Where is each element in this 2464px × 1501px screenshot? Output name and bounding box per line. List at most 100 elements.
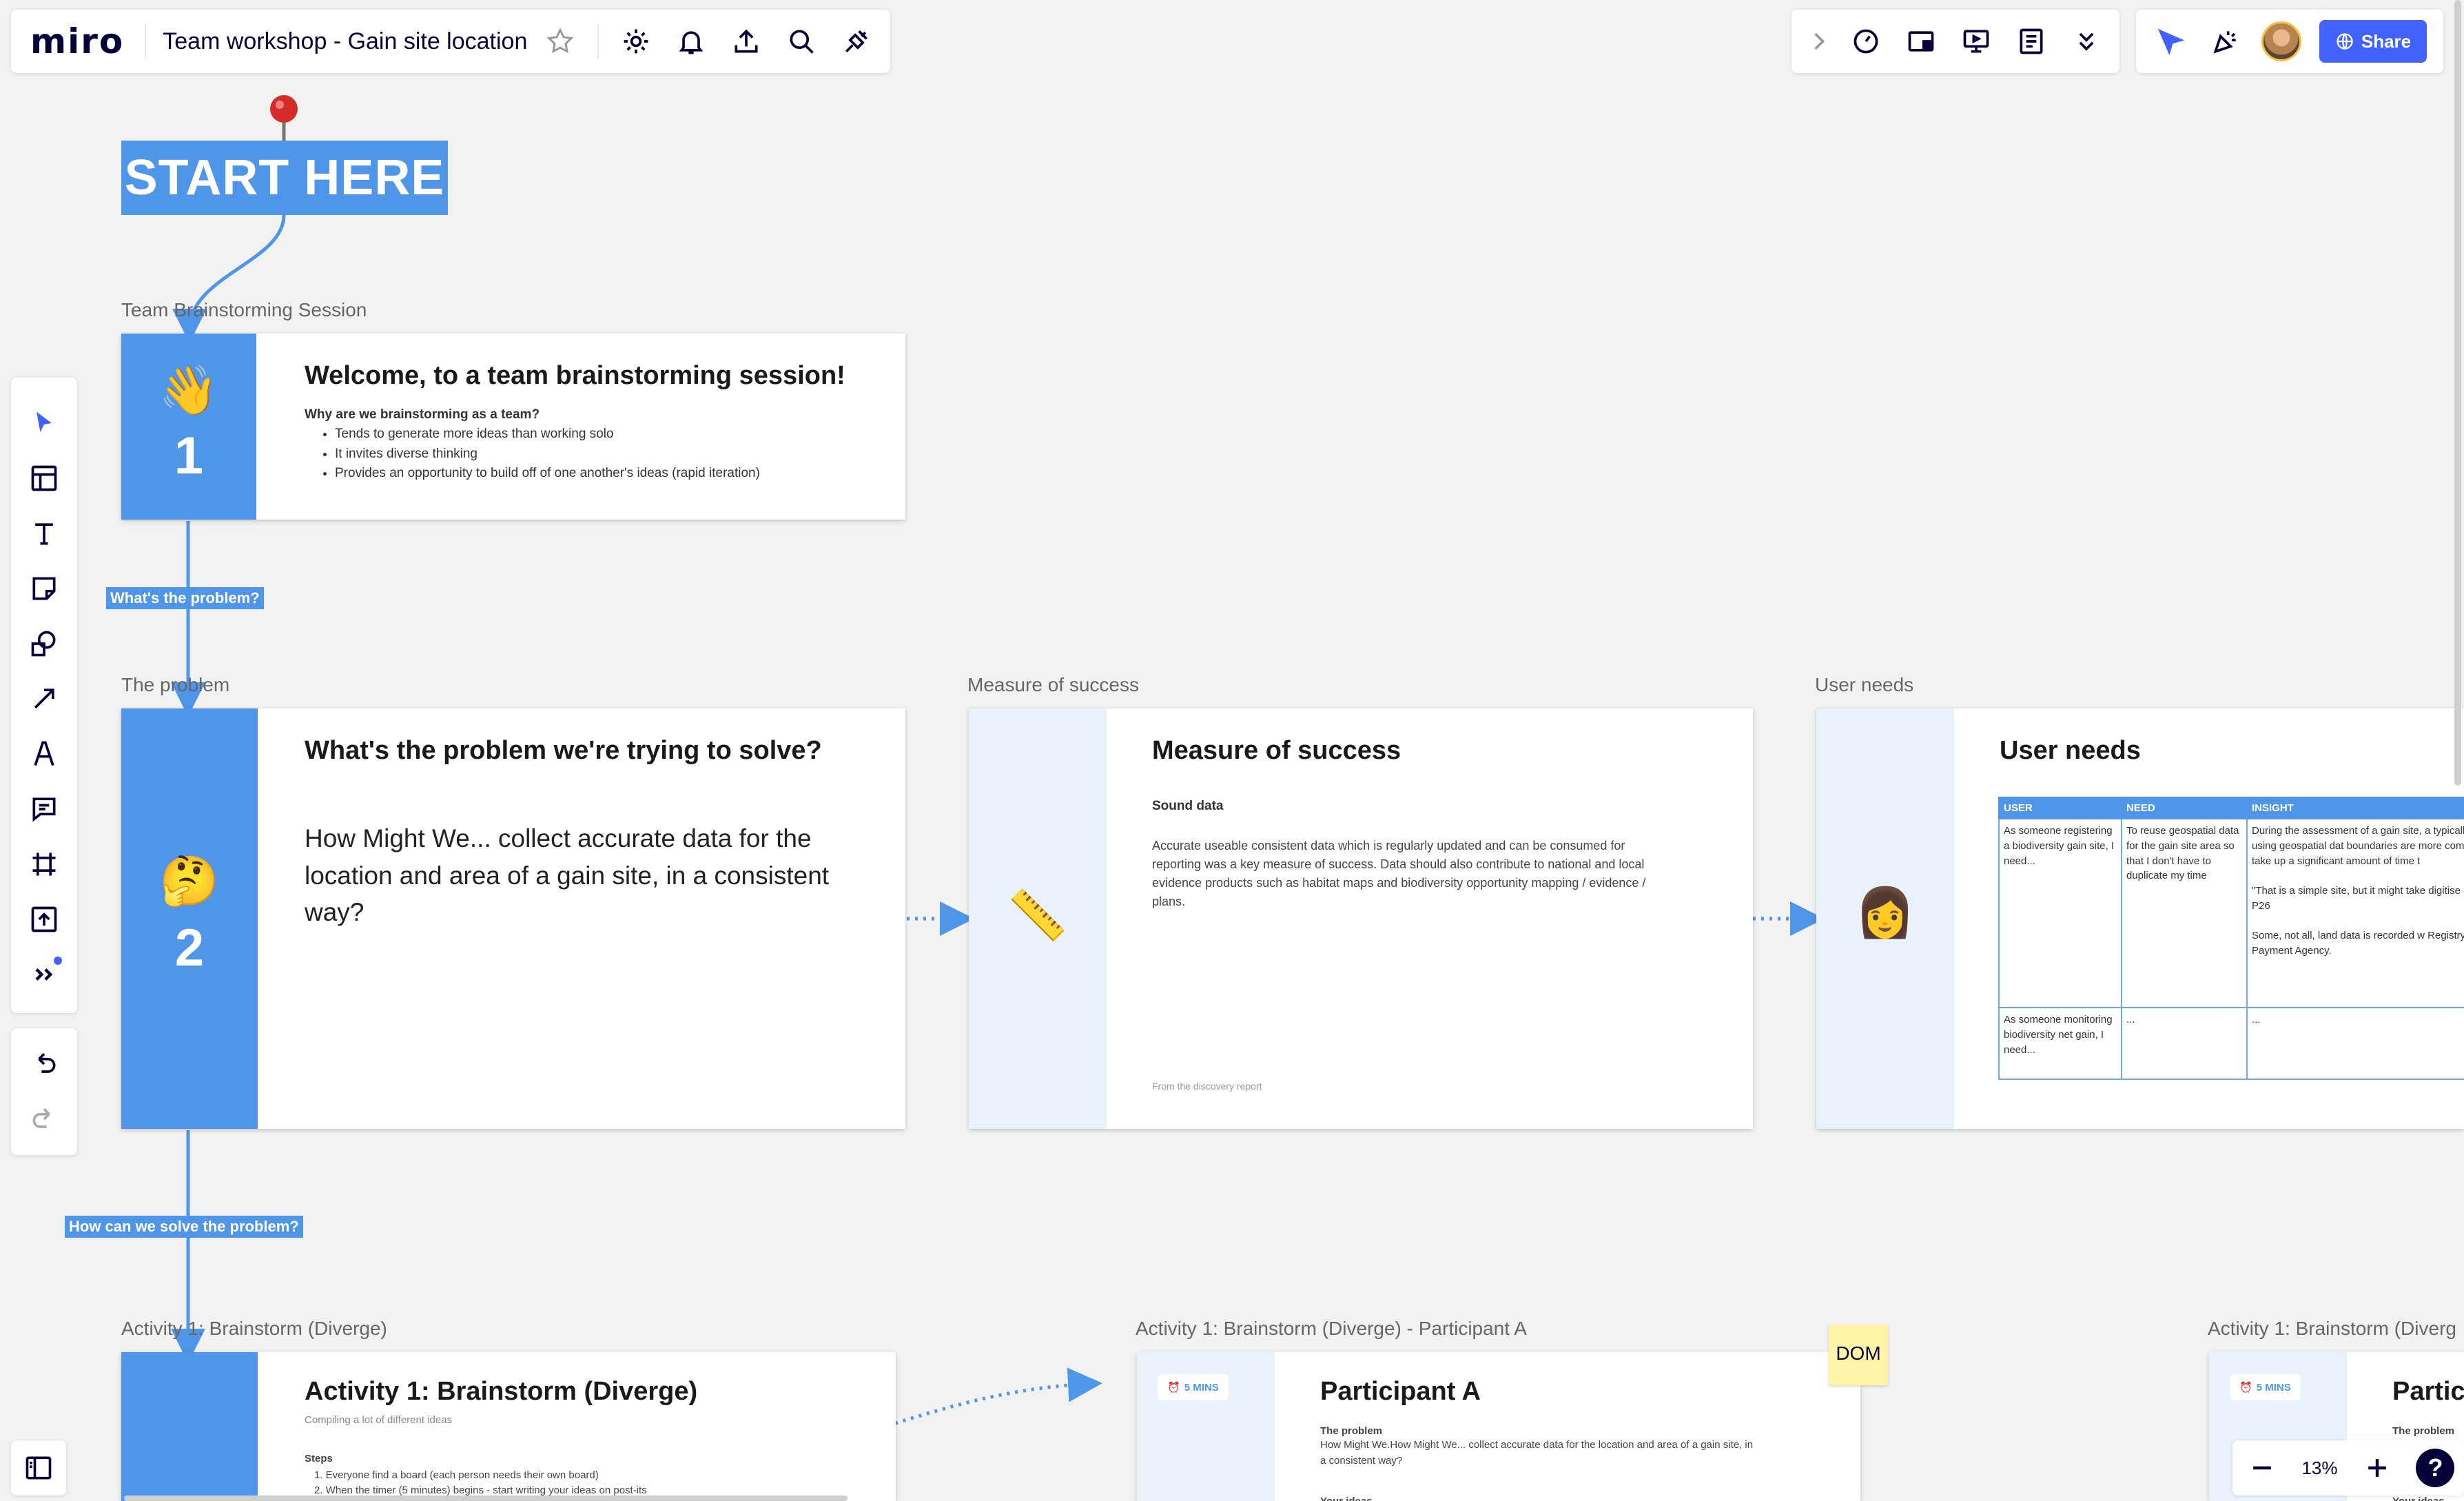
more-tools-icon[interactable]	[17, 947, 72, 1002]
board-title[interactable]: Team workshop - Gain site location	[163, 28, 527, 55]
notification-dot	[54, 957, 62, 965]
undo-icon[interactable]	[17, 1037, 72, 1092]
share-label: Share	[2361, 30, 2412, 52]
history-toolbar	[11, 1028, 77, 1155]
participant-ideas-label: Your ideas	[1320, 1494, 1373, 1501]
timer-label: 5 MINS	[1184, 1381, 1219, 1393]
search-icon[interactable]	[774, 14, 829, 69]
templates-icon[interactable]	[17, 451, 72, 506]
line-icon[interactable]	[17, 671, 72, 726]
table-cell: As someone monitoring biodiversity net g…	[1998, 1007, 2122, 1080]
activity-step: 1. Everyone find a board (each person ne…	[314, 1469, 599, 1481]
zoom-in-icon[interactable]	[2357, 1440, 2398, 1495]
measure-card[interactable]: 📏 Measure of success Sound data Accurate…	[969, 708, 1753, 1129]
sticky-note[interactable]: DOM	[1829, 1325, 1888, 1385]
alarm-clock-icon: ⏰	[1167, 1382, 1180, 1393]
cursor-follow-icon[interactable]	[2143, 14, 2198, 69]
frame-icon[interactable]	[17, 837, 72, 892]
present-icon[interactable]	[1949, 14, 2004, 69]
comment-icon[interactable]	[17, 782, 72, 837]
participant-problem-text: How Might We.How Might We... collect acc…	[1320, 1439, 1754, 1467]
participant-a-stripe: ⏰ 5 MINS	[1137, 1352, 1275, 1501]
participant-a-card[interactable]: ⏰ 5 MINS Participant A The problem How M…	[1137, 1352, 1860, 1501]
zoom-level[interactable]: 13%	[2301, 1458, 2337, 1479]
star-icon[interactable]	[533, 14, 588, 69]
participant-a-title: Participant A	[1320, 1377, 1481, 1406]
table-cell: As someone registering a biodiversity ga…	[1998, 818, 2122, 1008]
frame-label-problem[interactable]: The problem	[121, 674, 229, 696]
sidebar-icon	[25, 1456, 52, 1480]
activity-title: Activity 1: Brainstorm (Diverge)	[305, 1377, 698, 1406]
participant-problem-label: The problem	[2392, 1425, 2455, 1437]
avatar[interactable]	[2261, 21, 2301, 61]
problem-card[interactable]: 🤔 2 What's the problem we're trying to s…	[121, 708, 905, 1129]
start-here-banner[interactable]: START HERE	[121, 141, 448, 215]
divider	[145, 24, 147, 59]
table-header: NEED	[2121, 797, 2248, 819]
activity-card[interactable]: Activity 1: Brainstorm (Diverge) Compili…	[121, 1352, 896, 1501]
zoom-out-icon[interactable]	[2241, 1440, 2283, 1495]
vertical-scrollbar[interactable]	[2454, 0, 2461, 786]
horizontal-scrollbar[interactable]	[124, 1495, 848, 1501]
frame-label-participant-a[interactable]: Activity 1: Brainstorm (Diverge) - Parti…	[1136, 1318, 1527, 1340]
timer-icon[interactable]	[1838, 14, 1893, 69]
table-row[interactable]: As someone monitoring biodiversity net g…	[1998, 1007, 2464, 1080]
board-header-toolbar: miro Team workshop - Gain site location	[11, 10, 890, 73]
welcome-card[interactable]: 👋 1 Welcome, to a team brainstorming ses…	[121, 334, 905, 520]
shapes-icon[interactable]	[17, 616, 72, 671]
frame-label-session[interactable]: Team Brainstorming Session	[121, 299, 367, 321]
help-button[interactable]: ?	[2416, 1449, 2455, 1487]
connector-tag-how-solve[interactable]: How can we solve the problem?	[65, 1216, 303, 1238]
zoom-control: 13% ?	[2232, 1440, 2464, 1495]
welcome-bullets: Tends to generate more ideas than workin…	[335, 425, 760, 484]
person-emoji-icon: 👩	[1855, 886, 1916, 939]
user-needs-card[interactable]: 👩 User needs USER NEED INSIGHT As someon…	[1816, 708, 2464, 1129]
activity-subtitle: Compiling a lot of different ideas	[305, 1414, 453, 1426]
upload-icon[interactable]	[17, 892, 72, 947]
frame-label-measure[interactable]: Measure of success	[967, 674, 1139, 696]
welcome-bullet: Tends to generate more ideas than workin…	[335, 425, 760, 445]
tool-palette	[11, 378, 77, 1013]
table-header: USER	[1998, 797, 2122, 819]
measure-subtitle: Sound data	[1152, 799, 1224, 813]
measure-body: Accurate useable consistent data which i…	[1152, 839, 1646, 908]
frames-icon[interactable]	[1893, 14, 1949, 69]
frame-label-user-needs[interactable]: User needs	[1815, 674, 1913, 696]
export-icon[interactable]	[719, 14, 774, 69]
problem-stripe: 🤔 2	[121, 708, 258, 1129]
miro-logo[interactable]: miro	[30, 21, 124, 61]
more-chevron-icon[interactable]	[2059, 14, 2114, 69]
user-needs-stripe: 👩	[1816, 708, 1954, 1129]
frame-label-participant-b[interactable]: Activity 1: Brainstorm (Diverg	[2208, 1318, 2456, 1340]
welcome-stripe: 👋 1	[121, 334, 256, 520]
user-needs-table[interactable]: USER NEED INSIGHT As someone registering…	[1998, 797, 2464, 1080]
table-row[interactable]: As someone registering a biodiversity ga…	[1998, 818, 2464, 1008]
text-icon[interactable]	[17, 506, 72, 561]
table-cell: To reuse geospatial data for the gain si…	[2121, 818, 2248, 1008]
connector-tag-whats-problem[interactable]: What's the problem?	[106, 587, 264, 609]
frame-label-activity1[interactable]: Activity 1: Brainstorm (Diverge)	[121, 1318, 387, 1340]
pen-icon[interactable]	[17, 726, 72, 782]
table-header: INSIGHT	[2246, 797, 2464, 819]
panel-toggle-button[interactable]	[11, 1440, 66, 1495]
share-button[interactable]: Share	[2319, 20, 2427, 63]
welcome-subtitle: Why are we brainstorming as a team?	[305, 407, 540, 422]
collaboration-toolbar	[1791, 10, 2119, 73]
select-icon[interactable]	[17, 396, 72, 451]
bell-icon[interactable]	[664, 14, 719, 69]
chevron-right-icon[interactable]	[1800, 14, 1838, 69]
divider	[597, 24, 599, 59]
integrations-icon[interactable]	[829, 14, 884, 69]
settings-icon[interactable]	[608, 14, 664, 69]
participant-b-title: Partic	[2392, 1377, 2464, 1406]
problem-body: How Might We... collect accurate data fo…	[305, 824, 830, 927]
redo-icon[interactable]	[17, 1092, 72, 1147]
notes-icon[interactable]	[2004, 14, 2059, 69]
table-header-row: USER NEED INSIGHT	[1998, 797, 2464, 819]
sticky-note-icon[interactable]	[17, 561, 72, 616]
celebrate-icon[interactable]	[2198, 14, 2253, 69]
measure-title: Measure of success	[1152, 736, 1402, 765]
timer-label: 5 MINS	[2256, 1381, 2291, 1393]
table-cell: ...	[2246, 1007, 2464, 1080]
activity-steps-label: Steps	[305, 1453, 333, 1464]
